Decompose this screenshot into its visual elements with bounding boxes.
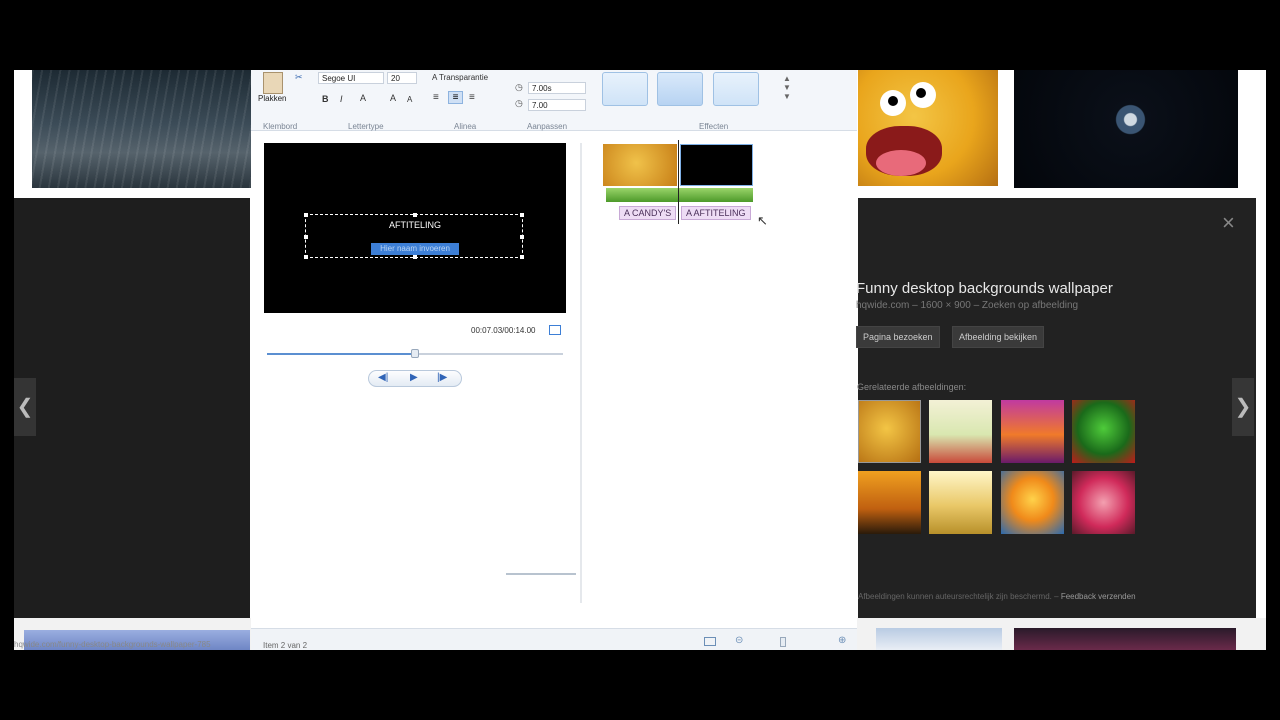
transport-controls: ◀| ▶ |▶ — [368, 370, 462, 387]
bottom-thumbnail-3[interactable] — [1014, 628, 1236, 650]
caption-icon: A — [686, 208, 694, 218]
play-icon[interactable]: ▶ — [410, 372, 418, 383]
bold-button[interactable]: B — [322, 94, 329, 104]
status-bar: Item 2 van 2 ⊝ ⊕ — [251, 628, 857, 650]
pane-divider[interactable] — [580, 143, 582, 603]
font-group-label: Lettertype — [348, 122, 384, 131]
clip-credits[interactable] — [680, 144, 753, 186]
timecode: 00:07.03/00:14.00 — [471, 326, 536, 335]
zoom-slider[interactable] — [506, 573, 576, 575]
seek-knob[interactable] — [411, 349, 419, 358]
align-right-button[interactable]: ≡ — [469, 92, 475, 103]
duration-icon: ◷ — [515, 82, 523, 92]
browser-page: ❮ Plakken ✂ Klembord Segoe UI 20 B I A A… — [14, 70, 1266, 650]
related-images-label: Gerelateerde afbeeldingen: — [857, 382, 967, 392]
view-image-button[interactable]: Afbeelding bekijken — [952, 326, 1045, 348]
storyboard-view-icon[interactable] — [704, 637, 716, 646]
image-title: Funny desktop backgrounds wallpaper — [856, 280, 1113, 297]
zoom-out-icon[interactable]: ⊝ — [735, 635, 743, 646]
paste-icon[interactable] — [263, 72, 283, 94]
adjust-group-label: Aanpassen — [527, 122, 568, 131]
font-name-combo[interactable]: Segoe UI — [318, 72, 384, 84]
effects-scroll-icon[interactable]: ▲ ▼ ▼ — [783, 74, 791, 101]
paste-button-label[interactable]: Plakken — [258, 94, 286, 103]
italic-button[interactable]: I — [340, 94, 343, 104]
preview-name-text[interactable]: Hier naam invoeren — [371, 243, 459, 255]
start-time-icon: ◷ — [515, 98, 523, 108]
paragraph-group-label: Alinea — [454, 122, 477, 131]
font-size-combo[interactable]: 20 — [387, 72, 417, 84]
related-image-4[interactable] — [1072, 400, 1135, 463]
font-color-button[interactable]: A — [360, 93, 366, 103]
effect-none[interactable] — [657, 72, 703, 106]
cut-icon[interactable]: ✂ — [295, 72, 303, 83]
grow-font-button[interactable]: A — [390, 93, 396, 103]
effects-group-label: Effecten — [699, 122, 729, 131]
resize-handle[interactable] — [520, 213, 524, 217]
fullscreen-icon[interactable] — [549, 325, 561, 335]
audio-track[interactable] — [606, 188, 753, 202]
caption-icon: A — [624, 208, 633, 218]
shrink-font-button[interactable]: A — [407, 95, 412, 104]
transparency-button[interactable]: A Transparantie — [432, 73, 488, 82]
resize-handle[interactable] — [304, 255, 308, 259]
resize-handle[interactable] — [413, 213, 417, 217]
zoom-slider-knob[interactable] — [780, 637, 786, 647]
preview-title-text: AFTITELING — [388, 220, 441, 230]
caption-credits[interactable]: A AFTITELING — [681, 206, 751, 220]
status-url: hqwide.com/funny-desktop-backgrounds-wal… — [14, 640, 211, 649]
clipboard-group-label: Klembord — [263, 122, 298, 131]
movie-maker-window: Plakken ✂ Klembord Segoe UI 20 B I A A A… — [251, 70, 857, 650]
zoom-in-icon[interactable]: ⊕ — [838, 635, 846, 646]
planet-thumbnail[interactable] — [1014, 70, 1238, 188]
playhead[interactable] — [678, 140, 679, 224]
related-image-7[interactable] — [1001, 471, 1064, 534]
mouse-cursor-icon: ↖ — [757, 213, 768, 228]
status-item-text: Item 2 van 2 — [263, 641, 308, 650]
video-preview[interactable]: AFTITELING Hier naam invoeren — [264, 143, 566, 313]
prev-arrow-icon[interactable]: ❮ — [14, 378, 36, 436]
resize-handle[interactable] — [304, 213, 308, 217]
caption-candys[interactable]: A CANDY'S — [619, 206, 677, 220]
visit-page-button[interactable]: Pagina bezoeken — [856, 326, 940, 348]
related-image-8[interactable] — [1072, 471, 1135, 534]
image-meta: hqwide.com – 1600 × 900 – Zoeken op afbe… — [856, 300, 1079, 311]
resize-handle[interactable] — [413, 255, 417, 259]
next-arrow-icon[interactable]: ❯ — [1232, 378, 1254, 436]
rain-thumbnail[interactable] — [32, 70, 252, 188]
clip-candy[interactable] — [603, 144, 677, 186]
related-image-6[interactable] — [929, 471, 992, 534]
resize-handle[interactable] — [520, 255, 524, 259]
related-image-5[interactable] — [858, 471, 921, 534]
previous-frame-icon[interactable]: ◀| — [378, 372, 388, 383]
align-center-button[interactable]: ≡ — [448, 91, 463, 104]
effect-cinematic[interactable] — [713, 72, 759, 106]
align-left-button[interactable]: ≡ — [433, 92, 439, 103]
related-image-1[interactable] — [858, 400, 921, 463]
resize-handle[interactable] — [304, 235, 308, 239]
funny-face-thumbnail[interactable] — [858, 70, 998, 186]
start-time-combo[interactable]: 7.00 — [528, 99, 586, 111]
resize-handle[interactable] — [520, 235, 524, 239]
ribbon: Plakken ✂ Klembord Segoe UI 20 B I A A A… — [251, 70, 857, 131]
seek-progress — [267, 353, 415, 355]
next-frame-icon[interactable]: |▶ — [437, 372, 447, 383]
bottom-thumbnail-2[interactable] — [876, 628, 1002, 650]
transparency-label: Transparantie — [438, 73, 489, 82]
close-icon[interactable]: × — [1222, 210, 1235, 236]
related-image-2[interactable] — [929, 400, 992, 463]
related-image-3[interactable] — [1001, 400, 1064, 463]
left-dark-panel: ❮ — [14, 198, 250, 618]
feedback-link[interactable]: Feedback verzenden — [1061, 592, 1136, 601]
copyright-note: Afbeeldingen kunnen auteursrechtelijk zi… — [858, 592, 1136, 601]
duration-combo[interactable]: 7.00s — [528, 82, 586, 94]
effect-scroll-left[interactable] — [602, 72, 648, 106]
